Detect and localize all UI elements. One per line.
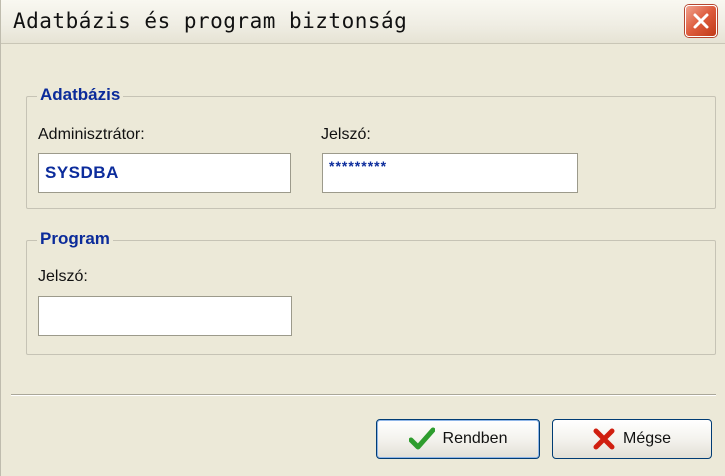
window-title: Adatbázis és program biztonság [13, 9, 408, 33]
x-icon [593, 428, 615, 450]
dialog-window: Adatbázis és program biztonság Adatbázis… [0, 0, 725, 476]
program-group-title: Program [37, 229, 113, 249]
ok-button[interactable]: Rendben [376, 419, 540, 459]
ok-button-label: Rendben [442, 430, 508, 447]
admin-label: Adminisztrátor: [38, 126, 145, 143]
checkmark-icon [408, 427, 435, 451]
cancel-button-label: Mégse [622, 430, 672, 447]
program-password-label: Jelszó: [38, 268, 88, 285]
close-button[interactable] [685, 5, 717, 37]
program-password-input[interactable] [38, 296, 292, 336]
admin-username-input[interactable] [38, 153, 291, 193]
database-password-input[interactable] [322, 153, 578, 193]
button-area-separator [11, 394, 716, 396]
cancel-button[interactable]: Mégse [552, 419, 712, 459]
database-password-label: Jelszó: [321, 126, 371, 143]
title-bar[interactable]: Adatbázis és program biztonság [1, 0, 725, 44]
database-group-title: Adatbázis [37, 85, 124, 105]
